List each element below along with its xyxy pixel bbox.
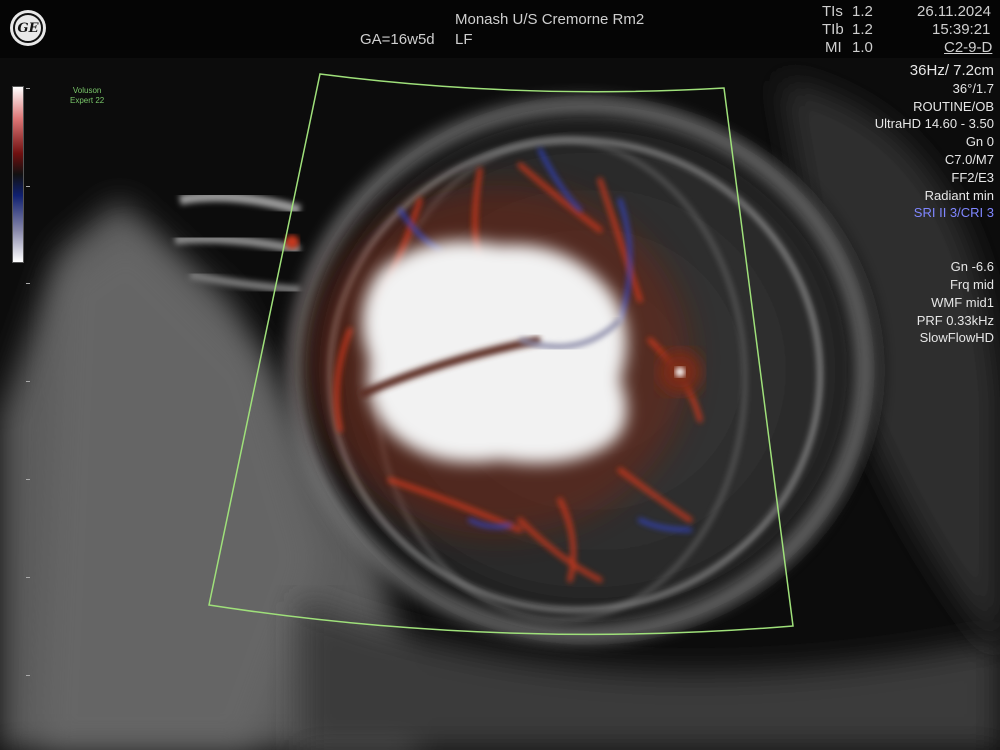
scale-tick [26,479,30,480]
ultrahd: UltraHD 14.60 - 3.50 [874,116,994,132]
ultrasound-image [0,58,1000,750]
site-name: Monash U/S Cremorne Rm2 [455,11,645,28]
probe-name: C2-9-D [944,39,993,56]
device-label: Voluson Expert 22 [70,86,104,106]
mi-label: MI [825,39,842,56]
ge-logo: GE [10,10,46,46]
tis-label: TIs [822,3,843,20]
top-info-bar: GE Monash U/S Cremorne Rm2 GA=16w5d LF T… [0,0,1000,58]
flow-gain: Gn -6.6 [950,259,994,275]
scale-tick [26,381,30,382]
scale-tick [26,675,30,676]
device-line2: Expert 22 [70,96,105,105]
side-indicator: LF [455,31,473,48]
tib-label: TIb [822,21,844,38]
exam-time: 15:39:21 [932,21,991,38]
scale-tick [26,577,30,578]
gain: Gn 0 [965,134,994,150]
scale-tick [26,186,30,187]
scan-svg [0,58,1000,750]
tib-value: 1.2 [852,21,873,38]
scale-tick [26,283,30,284]
flow-mode: SlowFlowHD [919,330,994,346]
preset: ROUTINE/OB [913,98,994,114]
mi-value: 1.0 [852,39,873,56]
frequency: Frq mid [949,276,994,292]
exam-date: 26.11.2024 [917,3,991,20]
radiant-setting: Radiant min [924,187,994,203]
gestational-age: GA=16w5d [360,31,435,48]
angle: 36°/1.7 [952,80,994,96]
tis-value: 1.2 [852,3,873,20]
parameter-panel: 36Hz/ 7.2cm 36°/1.7 ROUTINE/OB UltraHD 1… [875,62,994,347]
wall-motion-filter: WMF mid1 [931,294,994,310]
sri-setting: SRI II 3/CRI 3 [913,205,994,221]
scale-tick [26,88,30,89]
rate-depth: 36Hz/ 7.2cm [909,62,994,79]
cm-setting: C7.0/M7 [944,151,994,167]
device-line1: Voluson [72,86,102,95]
prf: PRF 0.33kHz [916,312,994,328]
ff-setting: FF2/E3 [951,169,994,185]
doppler-color-scale [12,86,24,263]
